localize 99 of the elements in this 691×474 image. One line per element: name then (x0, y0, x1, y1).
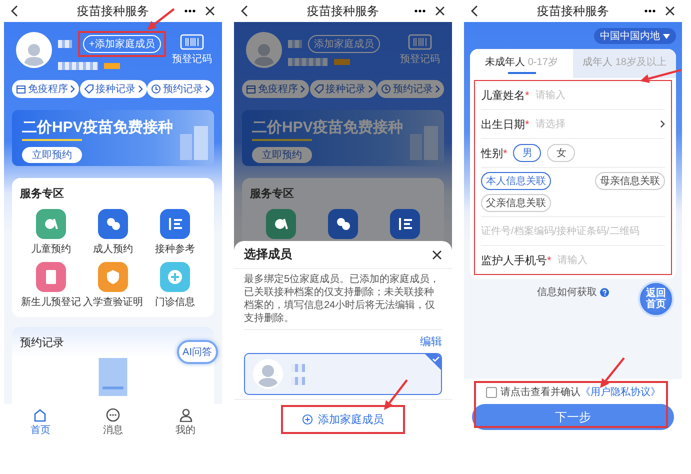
next-button[interactable]: 下一步 (472, 404, 674, 430)
tag-icon (314, 84, 324, 94)
add-member-button[interactable]: 添加家庭成员 (308, 34, 380, 52)
help-icon (600, 288, 609, 296)
section-title: 预约记录 (20, 336, 64, 350)
clock-icon (381, 84, 391, 94)
field-label: 出生日期* (481, 118, 530, 132)
link-option[interactable]: 父亲信息关联 (481, 194, 551, 212)
chevron-icon (205, 85, 210, 93)
pixelated-info (291, 376, 305, 384)
service-item[interactable]: 新生儿预登记 (20, 262, 82, 309)
field-label: 儿童姓名* (481, 88, 530, 102)
banner-title: 二价HPV疫苗免费接种 (22, 118, 174, 137)
calendar-icon (16, 84, 26, 94)
more-icon[interactable] (184, 9, 196, 13)
page-title: 疫苗接种服务 (77, 2, 149, 20)
service-item[interactable]: 成人预约 (82, 209, 144, 256)
agree-checkbox[interactable] (486, 386, 496, 398)
calendar-icon (246, 84, 256, 94)
chevron-icon (138, 85, 142, 93)
ai-assistant-button[interactable]: AI问答 (176, 340, 218, 364)
field-label: 监护人手机号* (481, 254, 552, 268)
nav-tab[interactable]: 消息 (102, 408, 123, 436)
pixelated-name (58, 40, 72, 48)
link-option[interactable]: 本人信息关联 (481, 172, 551, 190)
avatar (16, 32, 52, 68)
avatar (246, 32, 282, 68)
registration-code-button[interactable]: 预登记码 (172, 34, 212, 66)
service-item[interactable]: 门诊信息 (144, 262, 206, 309)
plus-circle-icon (302, 414, 313, 425)
member-card[interactable] (244, 353, 442, 395)
more-icon[interactable] (414, 9, 426, 13)
pixelated-info (288, 58, 328, 66)
pixelated-name (291, 364, 305, 372)
section-title: 服务专区 (20, 186, 65, 201)
barcode-icon (408, 34, 432, 50)
section-title: 服务专区 (250, 186, 295, 201)
check-corner-icon (425, 354, 441, 370)
back-home-button[interactable]: 返回首页 (638, 281, 674, 317)
close-icon[interactable] (432, 250, 442, 260)
title-underline (22, 139, 82, 141)
quick-link[interactable]: 免疫程序 (242, 80, 309, 98)
book-now-button[interactable]: 立即预约 (252, 147, 312, 163)
status-badge (104, 62, 120, 68)
quick-link[interactable]: 接种记录 (310, 80, 376, 98)
barcode-icon (180, 34, 204, 50)
text-input[interactable]: 请输入 (557, 254, 665, 266)
service-item[interactable]: 接种参考 (144, 209, 206, 256)
text-input[interactable]: 请输入 (535, 90, 665, 100)
close-icon[interactable] (205, 6, 215, 16)
chevron-icon (70, 85, 75, 93)
chevron-icon (300, 85, 305, 93)
page-title: 疫苗接种服务 (537, 2, 609, 20)
chat-icon (106, 408, 120, 422)
close-icon[interactable] (435, 6, 445, 16)
sheet-title: 选择成员 (244, 246, 292, 263)
title-underline (252, 139, 312, 141)
back-icon[interactable] (471, 5, 479, 17)
chevron-icon (660, 120, 665, 128)
quick-link[interactable]: 接种记录 (80, 80, 146, 98)
help-link[interactable]: 信息如何获取 (537, 285, 609, 299)
pixelated-info (58, 62, 98, 70)
back-icon[interactable] (11, 5, 19, 17)
nav-tab[interactable]: 首页 (30, 408, 50, 436)
service-item[interactable]: 儿童预约 (20, 209, 82, 256)
region-dropdown[interactable]: 中国中国内地 (594, 28, 676, 44)
banner-title: 二价HPV疫苗免费接种 (252, 118, 404, 137)
privacy-link[interactable]: 《用户隐私协议》 (580, 387, 660, 398)
add-member-button[interactable]: +添加家庭成员 (83, 34, 161, 52)
gender-option[interactable]: 男 (513, 144, 542, 162)
document-drawing (98, 358, 128, 396)
book-now-button[interactable]: 立即预约 (22, 147, 82, 163)
caret-icon (663, 34, 670, 38)
person-icon (178, 408, 193, 422)
page-title: 疫苗接种服务 (307, 2, 379, 20)
quick-link[interactable]: 预约记录 (147, 80, 214, 98)
status-badge (334, 58, 350, 64)
notice-text: 最多绑定5位家庭成员。已添加的家庭成员，已关联接种档案的仅支持删除；未关联接种档案的，填写信息24小时后将无法编辑，仅支持删除。 (244, 273, 442, 330)
link-option[interactable]: 母亲信息关联 (595, 172, 665, 190)
nav-tab[interactable]: 我的 (176, 408, 196, 436)
avatar (253, 359, 283, 389)
chevron-icon (435, 85, 440, 93)
quick-link[interactable]: 预约记录 (377, 80, 444, 98)
home-icon (33, 408, 48, 422)
chevron-icon (368, 85, 372, 93)
pixelated-name (288, 40, 302, 48)
close-icon[interactable] (665, 6, 675, 16)
edit-link[interactable]: 编辑 (420, 334, 442, 349)
agreement-text: 请点击查看并确认《用户隐私协议》 (500, 386, 660, 399)
quick-link[interactable]: 免疫程序 (12, 80, 79, 98)
service-item[interactable]: 入学查验证明 (82, 262, 144, 309)
field-label: 性别* (481, 146, 508, 160)
gender-option[interactable]: 女 (547, 144, 576, 162)
back-icon[interactable] (241, 5, 249, 17)
add-member-button[interactable]: 添加家庭成员 (286, 409, 400, 430)
more-icon[interactable] (644, 9, 656, 13)
annotation-arrow (600, 357, 625, 388)
tag-icon (84, 84, 94, 94)
clock-icon (151, 84, 161, 94)
